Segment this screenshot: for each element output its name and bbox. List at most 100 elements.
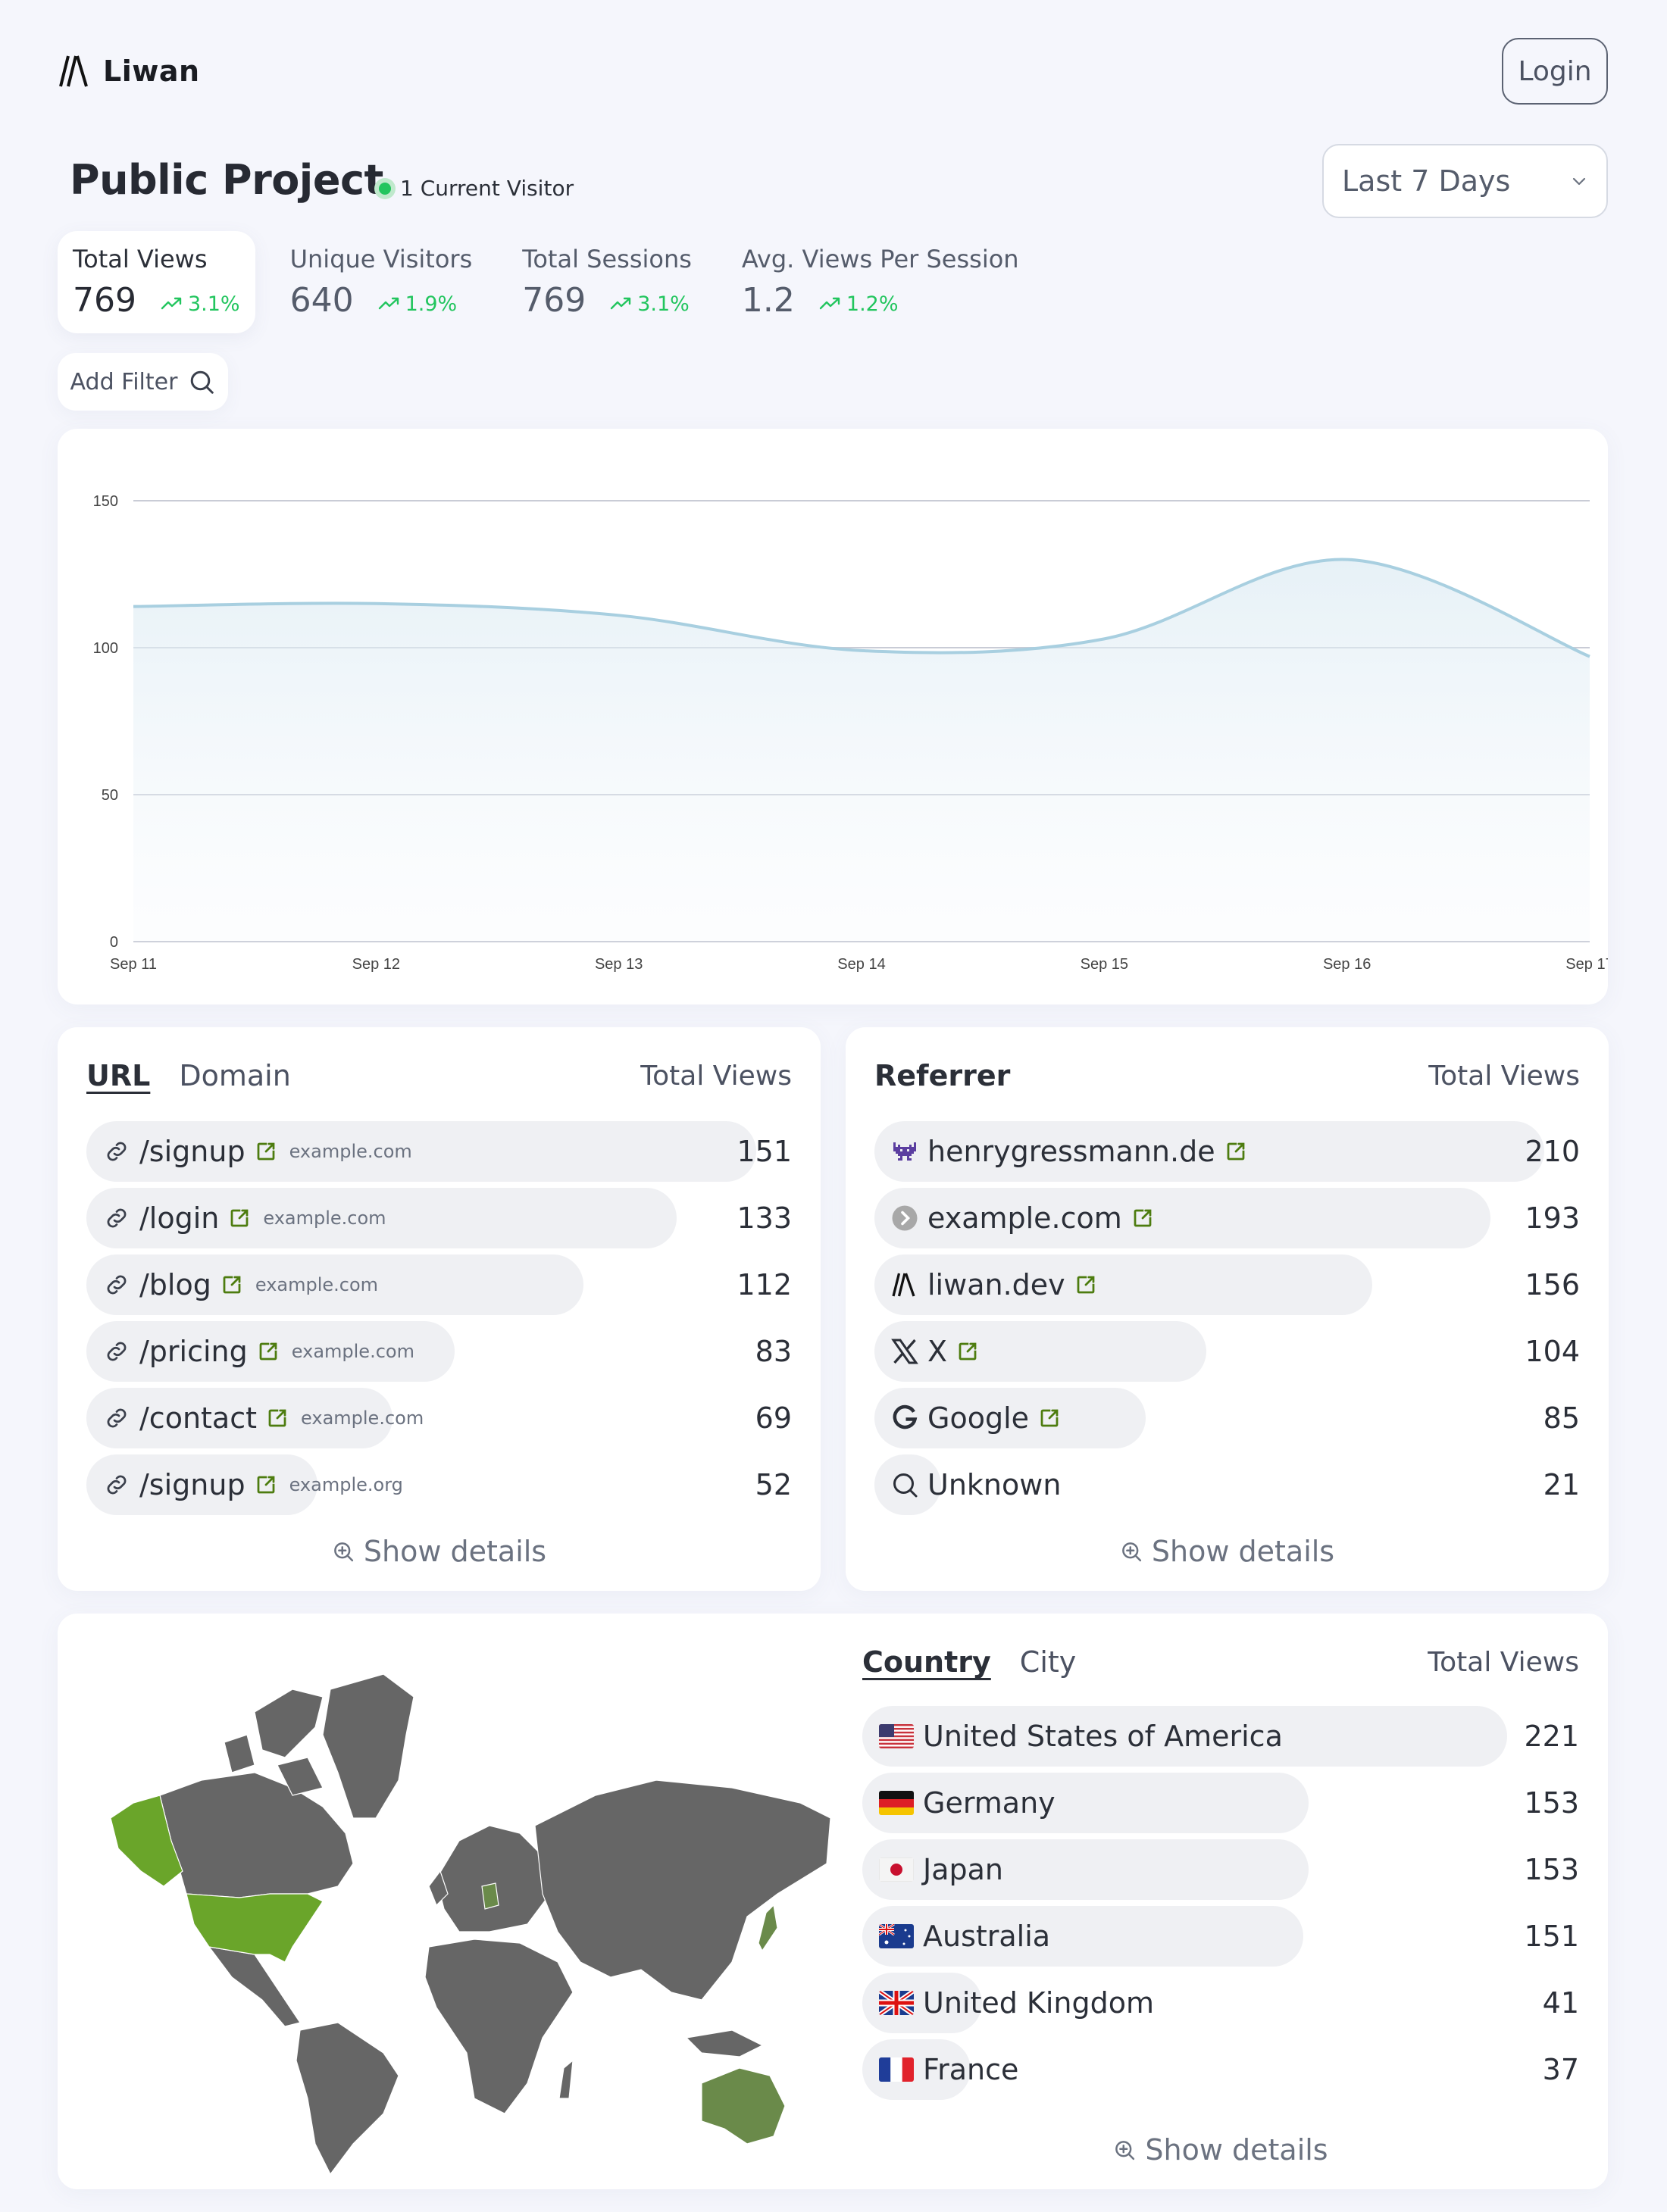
link-icon <box>107 1208 127 1228</box>
row-label: /signup <box>139 1135 246 1168</box>
geo-show-details-button[interactable]: Show details <box>862 2133 1579 2167</box>
map-region-indonesia <box>685 2029 764 2057</box>
external-link-icon[interactable] <box>1038 1407 1061 1429</box>
external-link-icon[interactable] <box>1131 1207 1154 1229</box>
referrers-show-details-button[interactable]: Show details <box>846 1535 1609 1568</box>
trending-up-icon <box>161 297 182 310</box>
row-value: 37 <box>1542 2053 1579 2086</box>
google-logo-icon <box>893 1404 918 1429</box>
map-region-africa <box>424 1939 574 2114</box>
row-host: example.com <box>291 1341 414 1362</box>
map-region-germany <box>481 1882 499 1910</box>
external-link-icon[interactable] <box>228 1207 251 1229</box>
row-value: 156 <box>1525 1268 1580 1301</box>
page-row[interactable]: /blog example.com 112 <box>86 1254 792 1315</box>
show-details-label: Show details <box>1151 1535 1335 1568</box>
page-row[interactable]: /pricing example.com 83 <box>86 1321 792 1382</box>
page-row[interactable]: /signup example.com 151 <box>86 1121 792 1182</box>
tab-url[interactable]: URL <box>86 1059 150 1092</box>
country-row[interactable]: Japan 153 <box>862 1839 1579 1900</box>
row-label: United States of America <box>923 1720 1283 1753</box>
metric-value: 769 <box>73 281 136 320</box>
date-range-value: Last 7 Days <box>1342 164 1511 198</box>
external-link-icon[interactable] <box>956 1340 979 1363</box>
row-host: example.com <box>301 1407 424 1429</box>
external-link-icon[interactable] <box>266 1407 289 1429</box>
row-value: 151 <box>1524 1920 1579 1953</box>
row-label: /blog <box>139 1268 211 1301</box>
metric-value: 769 <box>522 281 586 320</box>
referrer-row[interactable]: henrygressmann.de 210 <box>874 1121 1580 1182</box>
metric-unique-visitors[interactable]: Unique Visitors 640 1.9% <box>275 231 488 333</box>
views-chart[interactable]: 0 50 100 150 Sep 11 Sep 12 Sep 13 Sep 14 Sep 15 S… <box>58 429 1608 1004</box>
countries-list: United States of America 221 Germany 153… <box>862 1706 1579 2106</box>
metric-total-views[interactable]: Total Views 769 3.1% <box>58 231 255 333</box>
page-row[interactable]: /signup example.org 52 <box>86 1454 792 1515</box>
referrer-row[interactable]: Google 85 <box>874 1388 1580 1448</box>
row-label: United Kingdom <box>923 1986 1155 2020</box>
date-range-select[interactable]: Last 7 Days <box>1322 144 1608 218</box>
search-icon <box>893 1473 918 1498</box>
add-filter-button[interactable]: Add Filter <box>58 353 228 411</box>
row-label: example.com <box>927 1201 1122 1235</box>
country-row[interactable]: France 37 <box>862 2039 1579 2100</box>
external-link-icon[interactable] <box>255 1140 277 1163</box>
metric-delta: 3.1% <box>610 292 690 316</box>
row-value: 69 <box>755 1401 792 1435</box>
page-row[interactable]: /contact example.com 69 <box>86 1388 792 1448</box>
map-region-japan <box>758 1904 778 1952</box>
metric-label: Total Sessions <box>522 245 692 273</box>
live-dot-icon <box>374 177 396 199</box>
flag-jp-icon <box>879 1857 914 1882</box>
country-row[interactable]: Australia 151 <box>862 1906 1579 1967</box>
country-row[interactable]: United States of America 221 <box>862 1706 1579 1767</box>
row-value: 41 <box>1542 1986 1579 2020</box>
country-row[interactable]: Germany 153 <box>862 1773 1579 1833</box>
external-link-icon[interactable] <box>220 1273 243 1296</box>
metric-value: 1.2 <box>741 281 795 320</box>
space-invader-icon <box>893 1142 916 1161</box>
x-tick-label: Sep 11 <box>110 956 157 973</box>
pages-show-details-button[interactable]: Show details <box>58 1535 821 1568</box>
metric-delta: 3.1% <box>161 292 240 316</box>
metric-delta-value: 3.1% <box>187 292 240 316</box>
metric-delta: 1.2% <box>819 292 899 316</box>
app-logo[interactable]: Liwan <box>59 53 200 89</box>
page-row[interactable]: /login example.com 133 <box>86 1188 792 1248</box>
current-visitors-badge: 1 Current Visitor <box>374 176 574 201</box>
referrer-row[interactable]: liwan.dev 156 <box>874 1254 1580 1315</box>
country-row[interactable]: United Kingdom 41 <box>862 1973 1579 2033</box>
external-link-icon[interactable] <box>1224 1140 1247 1163</box>
external-link-icon[interactable] <box>1074 1273 1097 1296</box>
row-label: /signup <box>139 1468 246 1501</box>
x-tick-label: Sep 17 <box>1565 956 1608 973</box>
referrer-row[interactable]: example.com 193 <box>874 1188 1580 1248</box>
y-tick-label: 100 <box>93 640 118 657</box>
referrer-row[interactable]: Unknown 21 <box>874 1454 1580 1515</box>
tab-city[interactable]: City <box>1020 1645 1076 1679</box>
row-value: 193 <box>1525 1201 1580 1235</box>
external-link-icon[interactable] <box>257 1340 280 1363</box>
external-link-icon[interactable] <box>255 1473 277 1496</box>
row-label: /login <box>139 1201 220 1235</box>
zoom-in-icon <box>1115 2141 1135 2160</box>
map-region-south-america <box>296 2022 399 2174</box>
metric-avg-views-per-session[interactable]: Avg. Views Per Session 1.2 1.2% <box>727 231 1034 333</box>
chevron-down-icon <box>1572 177 1586 186</box>
referrer-row[interactable]: X 104 <box>874 1321 1580 1382</box>
series-area <box>133 559 1590 942</box>
metric-value: 640 <box>289 281 354 320</box>
map-region-asia <box>534 1779 831 2001</box>
login-button[interactable]: Login <box>1502 38 1608 105</box>
tab-domain[interactable]: Domain <box>179 1059 290 1092</box>
map-region-canada <box>159 1772 354 1898</box>
trending-up-icon <box>819 297 840 310</box>
x-tick-label: Sep 13 <box>595 956 643 973</box>
world-map[interactable] <box>80 1644 838 2174</box>
pages-list: /signup example.com 151 /login example.com… <box>86 1121 792 1521</box>
trending-up-icon <box>611 297 631 310</box>
row-label: liwan.dev <box>927 1268 1065 1301</box>
link-icon <box>107 1408 127 1428</box>
tab-country[interactable]: Country <box>862 1645 991 1679</box>
metric-total-sessions[interactable]: Total Sessions 769 3.1% <box>507 231 707 333</box>
